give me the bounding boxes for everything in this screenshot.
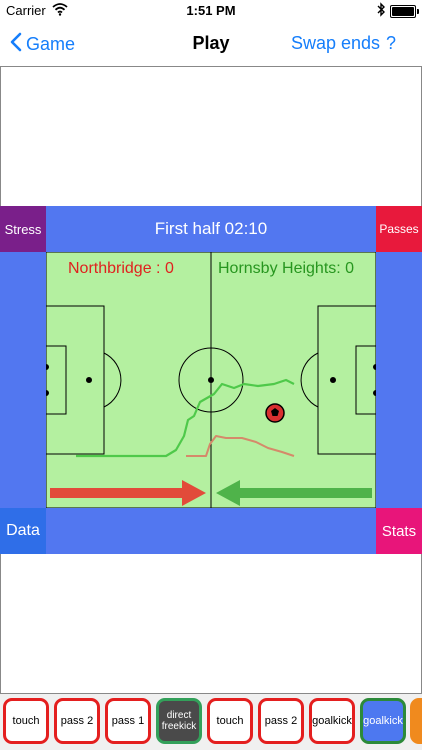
pass-2-button[interactable]: pass 2 [54, 698, 100, 744]
status-bar: Carrier 1:51 PM [0, 0, 422, 22]
bluetooth-icon [376, 2, 386, 20]
pass-1-button[interactable]: pass 1 [105, 698, 151, 744]
swap-ends-button[interactable]: Swap ends [291, 33, 380, 54]
right-touchline-zone[interactable] [376, 252, 422, 508]
away-team-score: Hornsby Heights: 0 [218, 260, 355, 277]
partial-toolbar-button[interactable] [410, 698, 422, 744]
ball-icon [265, 403, 285, 423]
clock: 1:51 PM [186, 3, 236, 18]
home-team-score: Northbridge : 0 [68, 260, 174, 277]
event-toolbar: touch pass 2 pass 1 direct freekick touc… [0, 694, 422, 750]
direct-freekick-button[interactable]: direct freekick [156, 698, 202, 744]
goalkick-button-selected[interactable]: goalkick [360, 698, 406, 744]
battery-icon [390, 5, 419, 18]
passes-button[interactable]: Passes [376, 206, 422, 252]
goalkick-button[interactable]: goalkick [309, 698, 355, 744]
navigation-bar: Game Play Swap ends [0, 22, 422, 66]
touch-button[interactable]: touch [3, 698, 49, 744]
period-clock: First half 02:10 [46, 206, 376, 252]
data-button[interactable]: Data [0, 508, 46, 554]
soccer-pitch[interactable] [46, 252, 376, 508]
left-touchline-zone[interactable] [0, 252, 46, 508]
stats-button[interactable]: Stats [376, 508, 422, 554]
touch-button[interactable]: touch [207, 698, 253, 744]
help-button[interactable]: ? [386, 33, 396, 54]
bottom-touchline-zone[interactable] [46, 508, 376, 554]
pass-2-button[interactable]: pass 2 [258, 698, 304, 744]
stress-button[interactable]: Stress [0, 206, 46, 252]
